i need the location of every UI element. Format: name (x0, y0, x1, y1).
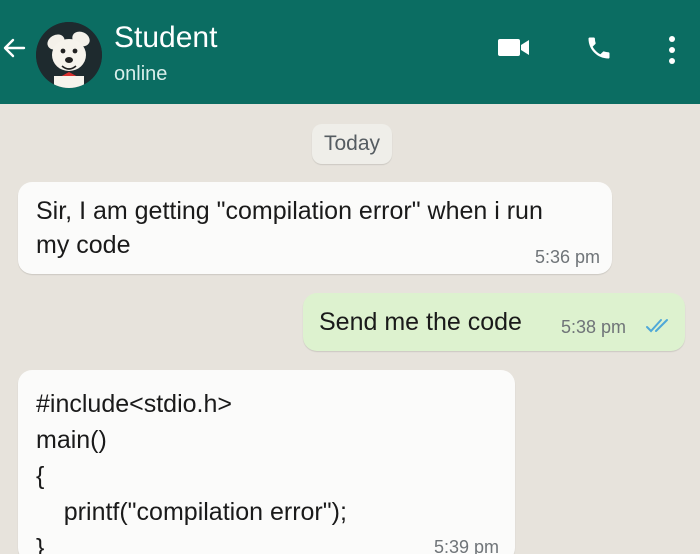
code-line: main() (36, 426, 107, 454)
message-time: 5:38 pm (561, 317, 627, 337)
contact-status: online (114, 63, 168, 85)
message-list[interactable]: Today Sir, I am getting "compilation err… (0, 104, 700, 554)
code-line: } (36, 534, 45, 554)
read-receipt-icon (646, 319, 668, 333)
incoming-message[interactable]: #include<stdio.h> main() { printf("compila… (18, 370, 515, 554)
code-line: printf("compilation error"); (36, 498, 347, 526)
code-line: #include<stdio.h> (36, 390, 232, 418)
phone-icon (588, 37, 610, 59)
back-arrow-icon (3, 38, 26, 58)
avatar[interactable] (36, 22, 102, 88)
more-options-button[interactable] (664, 34, 680, 71)
message-text: Sir, I am getting "compilation error" wh… (36, 197, 543, 259)
back-button[interactable] (0, 34, 28, 62)
code-snippet: #include<stdio.h> main() { printf("compila… (36, 386, 347, 554)
incoming-message[interactable]: Sir, I am getting "compilation error" wh… (18, 182, 612, 274)
message-time: 5:36 pm (534, 247, 600, 267)
more-vertical-icon (669, 36, 675, 64)
video-call-icon (498, 39, 529, 56)
outgoing-message[interactable]: Send me the code 5:38 pm (303, 293, 685, 351)
chat-header: Student online (0, 0, 700, 104)
contact-name[interactable]: Student (114, 20, 217, 56)
date-divider: Today (312, 124, 392, 164)
dog-cartoon-avatar-icon (36, 22, 102, 88)
video-call-button[interactable] (497, 34, 531, 65)
message-time: 5:39 pm (433, 537, 499, 554)
voice-call-button[interactable] (585, 34, 613, 67)
code-line: { (36, 462, 45, 490)
message-text: Send me the code (319, 308, 522, 336)
